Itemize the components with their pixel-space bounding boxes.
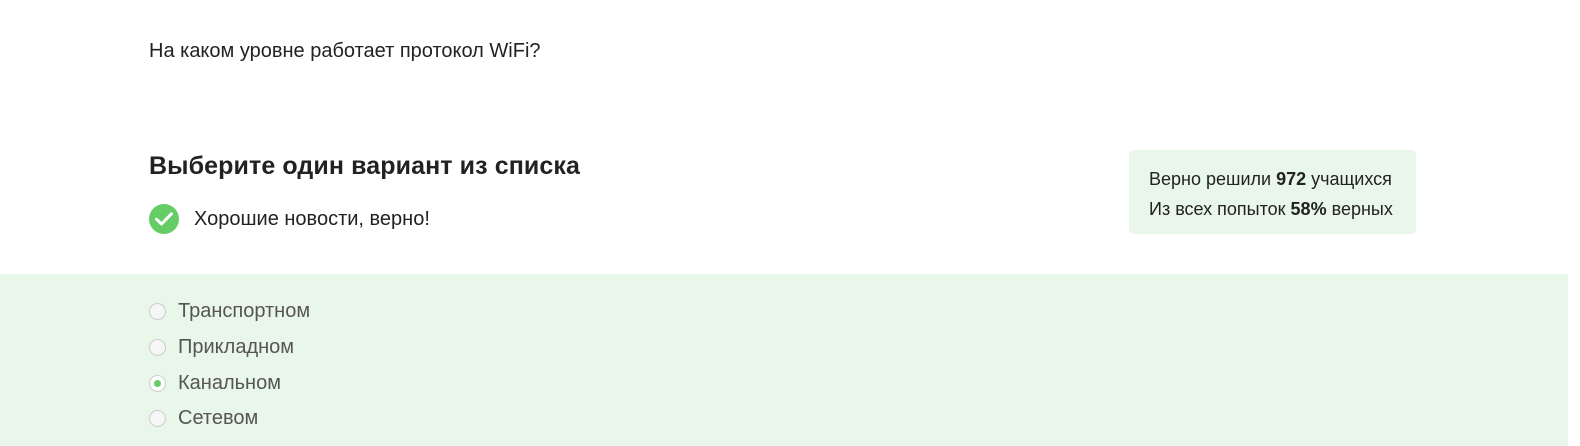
check-circle-icon [149,204,179,234]
radio-button[interactable] [149,410,166,428]
solution-stats: Верно решили 972 учащихся Из всех попыто… [1129,150,1416,234]
stats-solved-suffix: учащихся [1306,169,1392,189]
options-list: Транспортном Прикладном Канальном Сетево… [149,294,310,437]
checkmark-icon [155,212,173,226]
option-label[interactable]: Сетевом [178,407,258,430]
question-text: На каком уровне работает протокол WiFi? [149,40,541,62]
stats-attempts-percent: 58% [1290,199,1327,219]
stats-attempts-prefix: Из всех попыток [1149,199,1291,219]
options-panel: Транспортном Прикладном Канальном Сетево… [0,274,1568,446]
stats-attempts-line: Из всех попыток 58% верных [1149,194,1416,224]
option-datalink[interactable]: Канальном [149,365,310,401]
radio-dot [154,379,161,387]
option-transport[interactable]: Транспортном [149,294,310,330]
radio-button[interactable] [149,374,166,392]
stats-solved-line: Верно решили 972 учащихся [1149,164,1416,194]
option-label[interactable]: Прикладном [178,336,294,359]
feedback-message: Хорошие новости, верно! [149,204,430,234]
stats-solved-prefix: Верно решили [1149,169,1277,189]
option-network[interactable]: Сетевом [149,401,310,437]
radio-button[interactable] [149,303,166,321]
stats-attempts-suffix: верных [1326,199,1393,219]
stats-solved-count: 972 [1276,169,1307,189]
option-label[interactable]: Транспортном [178,300,310,323]
task-heading: Выберите один вариант из списка [149,152,581,180]
option-application[interactable]: Прикладном [149,330,310,366]
feedback-text: Хорошие новости, верно! [194,207,430,230]
page-gutter [1568,274,1580,446]
quiz-page: На каком уровне работает протокол WiFi? … [0,0,1580,446]
radio-button[interactable] [149,339,166,357]
option-label[interactable]: Канальном [178,372,281,395]
